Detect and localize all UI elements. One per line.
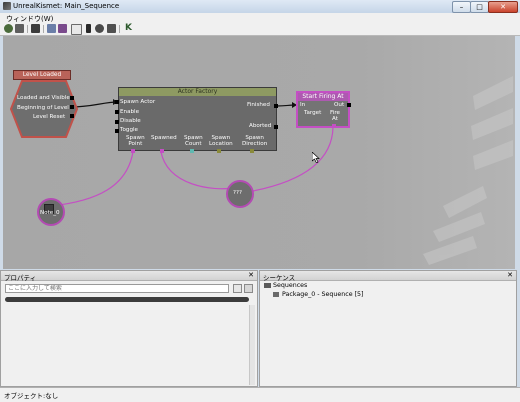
sequences-title: シーケンス — [263, 274, 296, 282]
save-icon[interactable] — [31, 24, 40, 33]
options-icon[interactable] — [244, 284, 253, 293]
unknown-variable-label: ??? — [233, 190, 242, 196]
actor-factory-var-pin-3[interactable] — [217, 149, 221, 153]
close-button[interactable]: ✕ — [488, 1, 518, 13]
level-loaded-pin-1[interactable] — [70, 105, 74, 109]
properties-close-icon[interactable]: ✕ — [248, 271, 254, 279]
actor-factory-var-1: Spawned — [151, 135, 177, 141]
level-loaded-pin-2[interactable] — [70, 114, 74, 118]
level-loaded-out-1: Beginning of Level — [17, 105, 69, 111]
status-bar: オブジェクト:なし — [0, 387, 520, 402]
kismet-k-icon[interactable]: K — [125, 23, 132, 33]
zoom-icon[interactable] — [95, 24, 104, 33]
title-bar: UnrealKismet: Main_Sequence – □ ✕ — [0, 0, 520, 14]
start-firing-out: Out — [334, 102, 345, 108]
actor-factory-out-0: Finished — [247, 102, 270, 108]
sequences-close-icon[interactable]: ✕ — [507, 271, 513, 279]
properties-panel: プロパティ ✕ — [0, 270, 258, 387]
actor-factory-in-pin-2[interactable] — [115, 120, 119, 124]
search-icon[interactable] — [233, 284, 242, 293]
link-icon[interactable] — [107, 24, 116, 33]
home-icon[interactable] — [4, 24, 13, 33]
sequence-item-icon — [273, 292, 279, 297]
actor-factory-in-pin-0[interactable] — [115, 100, 119, 104]
app-icon — [3, 2, 11, 10]
actor-factory-in-2: Disable — [120, 118, 141, 124]
actor-factory-var-2: Spawn Count — [184, 135, 203, 147]
properties-scrollbar[interactable] — [249, 305, 255, 385]
actor-factory-var-3: Spawn Location — [209, 135, 233, 147]
start-firing-title: Start Firing At — [298, 93, 348, 101]
graph-background — [3, 36, 515, 269]
actor-factory-in-pin-1[interactable] — [115, 110, 119, 114]
tree-icon[interactable] — [58, 24, 67, 33]
actor-factory-out-1: Aborted — [249, 123, 272, 129]
properties-title: プロパティ — [4, 274, 37, 282]
properties-header: プロパティ ✕ — [1, 271, 257, 282]
pointer-icon[interactable] — [86, 24, 91, 33]
actor-factory-in-3: Toggle — [120, 127, 138, 133]
minimize-button[interactable]: – — [452, 1, 471, 13]
sequence-child-item[interactable]: Package_0 - Sequence [5] — [282, 291, 364, 298]
start-firing-out-pin[interactable] — [347, 103, 351, 107]
level-loaded-out-0: Loaded and Visible — [17, 95, 70, 101]
sequence-root-item[interactable]: Sequences — [273, 282, 307, 289]
level-loaded-title[interactable]: Level Loaded — [13, 70, 71, 80]
search-icon[interactable] — [47, 24, 56, 33]
filter-icon[interactable] — [71, 24, 82, 35]
window-title: UnrealKismet: Main_Sequence — [13, 2, 120, 10]
toolbar: K — [0, 23, 520, 36]
properties-category-bar — [5, 297, 249, 302]
status-text: オブジェクト:なし — [4, 392, 59, 400]
actor-factory-in-0: Spawn Actor — [120, 99, 156, 105]
start-firing-var-1: Fire At — [330, 110, 340, 122]
maximize-button[interactable]: □ — [470, 1, 489, 13]
sequences-header: シーケンス ✕ — [260, 271, 516, 282]
actor-factory-var-4: Spawn Direction — [242, 135, 268, 147]
start-firing-in: In — [300, 102, 306, 108]
note-variable-label: Note_0 — [40, 210, 60, 216]
actor-factory-out-pin-1[interactable] — [274, 125, 278, 129]
actor-factory-out-pin-0[interactable] — [274, 104, 278, 108]
mouse-cursor-icon — [312, 152, 320, 163]
level-loaded-pin-0[interactable] — [70, 96, 74, 100]
open-icon[interactable] — [15, 24, 24, 33]
sequence-folder-icon — [264, 283, 271, 288]
actor-factory-in-1: Enable — [120, 109, 140, 115]
start-firing-var-0: Target — [304, 110, 322, 116]
level-loaded-out-2: Level Reset — [33, 114, 66, 120]
actor-factory-var-pin-1[interactable] — [160, 149, 164, 153]
properties-search-input[interactable] — [5, 284, 229, 293]
actor-factory-var-pin-4[interactable] — [250, 149, 254, 153]
actor-factory-var-0: Spawn Point — [126, 135, 145, 147]
actor-factory-in-pin-3[interactable] — [115, 129, 119, 133]
start-firing-var-pin[interactable] — [332, 124, 336, 128]
actor-factory-var-pin-0[interactable] — [131, 149, 135, 153]
actor-factory-title: Actor Factory — [119, 88, 276, 96]
kismet-graph-canvas[interactable]: Level Loaded Loaded and Visible Beginnin… — [3, 36, 515, 269]
actor-factory-var-pin-2[interactable] — [190, 149, 194, 153]
sequences-panel: シーケンス ✕ Sequences Package_0 - Sequence [… — [259, 270, 517, 387]
